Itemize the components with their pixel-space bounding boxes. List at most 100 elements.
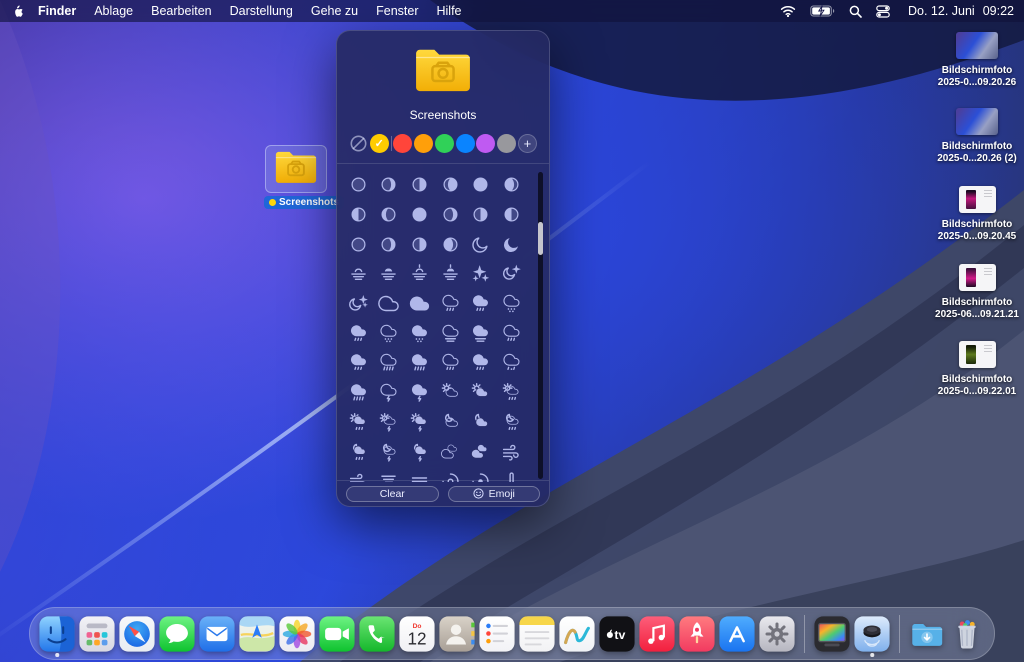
grid-icon-moonrise[interactable] [404,259,435,289]
grid-icon-moon-full[interactable] [404,200,435,230]
grid-icon-cloud-rain-fill[interactable] [466,348,497,378]
color-swatch-orange[interactable] [414,134,433,153]
dock-phone-icon[interactable] [357,610,397,658]
dock-messages-icon[interactable] [157,610,197,658]
search-icon[interactable] [849,5,862,18]
grid-icon-cloud-bolt-rain-fill[interactable] [404,378,435,408]
grid-icon-cloud-sun-fill[interactable] [466,378,497,408]
dock-safari-icon[interactable] [117,610,157,658]
grid-icon-moon-right-crescent[interactable] [374,170,405,200]
grid-icon-cloud-drizzle[interactable] [496,289,527,319]
grid-icon-cloud-rain-fill[interactable] [343,318,374,348]
grid-icon-moon-right-half[interactable] [404,170,435,200]
grid-icon-cloud-rain[interactable] [496,318,527,348]
dock-notes-icon[interactable] [517,610,557,658]
grid-icon-cloud-fog-fill[interactable] [466,318,497,348]
grid-icon-crescent-fill[interactable] [496,229,527,259]
dock-launchpad-icon[interactable] [77,610,117,658]
grid-icon-moon-full[interactable] [466,170,497,200]
grid-icon-cloud-drizzle-fill[interactable] [404,318,435,348]
color-swatch-gray[interactable] [497,134,516,153]
dock-facetime-icon[interactable] [317,610,357,658]
battery-charging-icon[interactable] [810,5,835,17]
dock-appletv-icon[interactable]: tv [597,610,637,658]
menubar-clock[interactable]: Do. 12. Juni 09:22 [908,4,1014,18]
grid-icon-cloud-rain[interactable] [435,348,466,378]
grid-icon-moonrise-fill[interactable] [435,259,466,289]
emoji-button[interactable]: Emoji [448,486,541,502]
grid-icon-cloud-heavyrain-fill[interactable] [343,378,374,408]
grid-icon-cloud-sun-rain[interactable] [496,378,527,408]
grid-icon-moon-left-half[interactable] [343,200,374,230]
desktop-file-2[interactable]: Bildschirmfoto2025-0...20.26 (2) [927,108,1024,165]
grid-icon-cloud-sleet[interactable] [496,348,527,378]
grid-icon-cloud-moon-fill[interactable] [466,408,497,438]
grid-icon-moon-right-crescent[interactable] [374,229,405,259]
menu-hilfe[interactable]: Hilfe [428,0,471,22]
dock-media-viewer-icon[interactable] [812,610,852,658]
dock-photos-icon[interactable] [277,610,317,658]
menu-finder[interactable]: Finder [29,0,85,22]
dock-downloads-icon[interactable] [907,610,947,658]
grid-icon-wind[interactable] [496,437,527,467]
grid-icon-moon-right-half[interactable] [466,200,497,230]
grid-icon-cloud-fill[interactable] [404,289,435,319]
desktop-file-1[interactable]: Bildschirmfoto2025-0...09.20.26 [927,32,1024,89]
desktop-file-5[interactable]: Bildschirmfoto2025-0...09.22.01 [927,341,1024,398]
dock-contacts-icon[interactable] [437,610,477,658]
grid-icon-cloud-rain[interactable] [435,289,466,319]
grid-icon-moon-right-crescent[interactable] [435,200,466,230]
grid-icon-crescent[interactable] [466,229,497,259]
color-swatch-none[interactable] [349,134,368,153]
grid-icon-cloud-moon-rain[interactable] [496,408,527,438]
grid-icon-cloud-fog[interactable] [435,318,466,348]
grid-icon-cloud-sun-rain-fill[interactable] [343,408,374,438]
folder-selection-box[interactable] [265,145,327,193]
grid-icon-cloud-moon-bolt-fill[interactable] [404,437,435,467]
grid-icon-moon-sparkle[interactable] [496,259,527,289]
control-center-icon[interactable] [876,5,890,18]
dock-finder-icon[interactable] [37,610,77,658]
clear-button[interactable]: Clear [346,486,439,502]
grid-icon-moon-stars[interactable] [343,289,374,319]
grid-icon-moon-new[interactable] [343,229,374,259]
desktop-file-3[interactable]: Bildschirmfoto2025-0...09.20.45 [927,186,1024,243]
color-swatch-blue[interactable] [456,134,475,153]
grid-icon-cloud-sun-bolt-fill[interactable] [404,408,435,438]
menu-gehe-zu[interactable]: Gehe zu [302,0,367,22]
grid-icon-clouds[interactable] [435,437,466,467]
menu-fenster[interactable]: Fenster [367,0,427,22]
grid-icon-cloud-heavyrain[interactable] [374,348,405,378]
folder-label[interactable]: Screenshots [264,196,344,209]
grid-icon-moon-right-half[interactable] [404,229,435,259]
menu-bearbeiten[interactable]: Bearbeiten [142,0,220,22]
dock-reminders-icon[interactable] [477,610,517,658]
grid-icon-moon-left-gibbous[interactable] [435,229,466,259]
grid-icon-sparkles[interactable] [466,259,497,289]
grid-icon-cloud-sun[interactable] [435,378,466,408]
grid-icon-moon-right-gibbous[interactable] [435,170,466,200]
grid-icon-cloud-drizzle[interactable] [374,318,405,348]
add-color-button[interactable]: + [518,134,537,153]
grid-icon-moon-left-crescent[interactable] [374,200,405,230]
color-swatch-purple[interactable] [476,134,495,153]
color-swatch-green[interactable] [435,134,454,153]
grid-icon-cloud-sun-bolt[interactable] [374,408,405,438]
desktop-folder-screenshots[interactable]: Screenshots [264,145,328,211]
apple-menu-icon[interactable] [12,4,25,19]
grid-icon-moon-left-half[interactable] [496,200,527,230]
grid-icon-cloud-moon[interactable] [435,408,466,438]
grid-icon-cloud-rain-fill[interactable] [466,289,497,319]
grid-icon-moon-left-gibbous[interactable] [496,170,527,200]
grid-icon-moon-new[interactable] [343,170,374,200]
dock-calendar-icon[interactable]: Do12 [397,610,437,658]
dock-mail-icon[interactable] [197,610,237,658]
color-swatch-yellow[interactable]: ✓ [370,134,389,153]
wifi-icon[interactable] [780,5,796,17]
grid-icon-moonset[interactable] [343,259,374,289]
dock-maps-icon[interactable] [237,610,277,658]
grid-icon-cloud-heavyrain-fill[interactable] [404,348,435,378]
dock-trash-icon[interactable] [947,610,987,658]
dock-rocket-icon[interactable] [677,610,717,658]
dock-music-icon[interactable] [637,610,677,658]
